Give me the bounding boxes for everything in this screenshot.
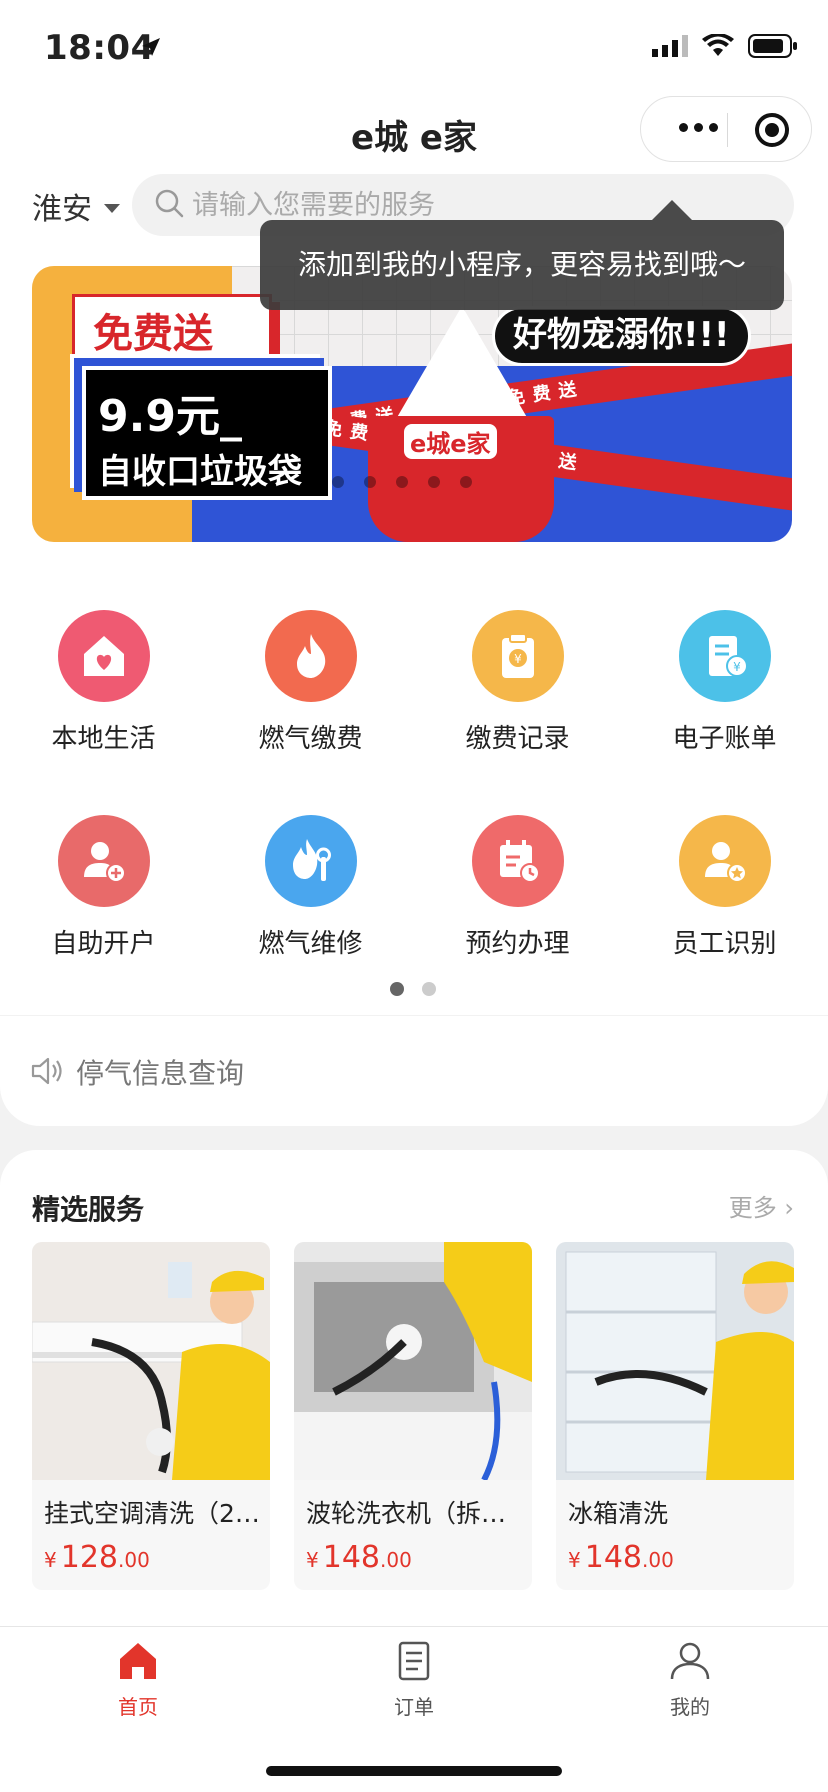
product-image-ac-cleaning — [32, 1242, 270, 1480]
service-label: 燃气缴费 — [258, 724, 363, 754]
services-grid: 本地生活 燃气缴费 ¥ 缴费记录 ¥ 电子账单 自助开户 燃气维修 预约办理 员… — [0, 560, 828, 1015]
section-title: 精选服务 — [32, 1193, 145, 1226]
status-bar: 18:04 — [0, 0, 828, 96]
wifi-icon — [702, 34, 734, 56]
service-local-life[interactable]: 本地生活 — [0, 610, 207, 755]
calendar-clock-icon — [471, 815, 564, 907]
clipboard-yen-icon: ¥ — [471, 610, 564, 702]
pager-dot-active[interactable] — [390, 982, 404, 996]
service-label: 自助开户 — [51, 929, 156, 959]
nav-bar: e城 e家 — [0, 96, 828, 180]
service-label: 电子账单 — [672, 724, 777, 754]
price-line2: 自收口垃圾袋 — [98, 452, 302, 492]
product-card[interactable]: 挂式空调清洗（2… ¥128.00 — [32, 1242, 270, 1590]
banner-slogan: 好物宠溺你!!! — [492, 306, 751, 366]
service-label: 预约办理 — [465, 929, 570, 959]
product-card[interactable]: 冰箱清洗 ¥148.00 — [556, 1242, 794, 1590]
capsule-divider — [727, 113, 728, 147]
user-add-icon — [57, 815, 150, 907]
tab-home[interactable]: 首页 — [0, 1639, 276, 1720]
flame-wrench-icon — [264, 815, 357, 907]
flame-icon — [264, 610, 357, 702]
more-link[interactable]: 更多 › — [729, 1188, 794, 1223]
tab-label: 首页 — [118, 1695, 158, 1719]
service-e-bill[interactable]: ¥ 电子账单 — [621, 610, 828, 755]
speaker-icon — [31, 1057, 62, 1085]
signal-icon — [652, 35, 688, 57]
banner-logo: e城e家 — [404, 424, 497, 459]
tab-orders[interactable]: 订单 — [276, 1639, 552, 1720]
services-pager — [390, 982, 436, 996]
add-miniprogram-tooltip: 添加到我的小程序，更容易找到哦～ — [260, 200, 784, 310]
service-label: 缴费记录 — [465, 724, 570, 754]
service-appointment[interactable]: 预约办理 — [414, 815, 621, 960]
location-arrow-icon — [142, 38, 160, 56]
status-time: 18:04 — [44, 28, 155, 68]
product-price: ¥148.00 — [568, 1540, 674, 1575]
chevron-right-icon: › — [784, 1194, 794, 1222]
product-name: 波轮洗衣机（拆洗） — [306, 1499, 526, 1528]
product-price: ¥128.00 — [44, 1540, 150, 1575]
home-icon — [120, 1643, 156, 1679]
more-label: 更多 — [728, 1194, 777, 1222]
miniprogram-capsule — [640, 96, 812, 162]
svg-text:¥: ¥ — [733, 660, 741, 674]
service-staff-id[interactable]: 员工识别 — [621, 815, 828, 960]
outage-notice[interactable]: 停气信息查询 — [0, 1016, 828, 1126]
svg-text:¥: ¥ — [514, 652, 522, 666]
tab-label: 我的 — [670, 1695, 710, 1719]
order-list-icon — [398, 1641, 430, 1681]
product-image-washer-cleaning — [294, 1242, 532, 1480]
service-gas-payment[interactable]: 燃气缴费 — [207, 610, 414, 755]
featured-services: 精选服务 更多 › 挂式空调清洗（2… ¥128.00 波轮洗衣机（拆洗） ¥1… — [0, 1150, 828, 1630]
city-selector[interactable]: 淮安 — [32, 184, 120, 228]
status-icons — [652, 34, 798, 58]
tab-profile[interactable]: 我的 — [552, 1639, 828, 1720]
free-gift-label: 免费送 — [93, 311, 213, 357]
service-payment-records[interactable]: ¥ 缴费记录 — [414, 610, 621, 755]
user-star-icon — [678, 815, 771, 907]
city-label: 淮安 — [32, 192, 92, 227]
service-self-account[interactable]: 自助开户 — [0, 815, 207, 960]
tab-label: 订单 — [394, 1695, 434, 1719]
banner-pager — [332, 476, 472, 488]
close-miniprogram-icon[interactable] — [755, 113, 789, 147]
service-gas-repair[interactable]: 燃气维修 — [207, 815, 414, 960]
price-card: 9.9元_ 自收口垃圾袋 — [82, 366, 332, 500]
price-line1: 9.9元_ — [98, 391, 242, 442]
free-gift-card: 免费送 — [72, 294, 272, 358]
notice-text: 停气信息查询 — [76, 1057, 245, 1090]
service-label: 燃气维修 — [258, 929, 363, 959]
user-icon — [670, 1642, 710, 1680]
home-indicator[interactable] — [266, 1766, 562, 1776]
search-icon — [155, 189, 184, 218]
product-name: 冰箱清洗 — [568, 1499, 669, 1528]
battery-icon — [748, 34, 797, 58]
caret-down-icon — [104, 203, 120, 213]
product-image-fridge-cleaning — [556, 1242, 794, 1480]
more-menu-icon[interactable] — [679, 123, 718, 132]
product-card[interactable]: 波轮洗衣机（拆洗） ¥148.00 — [294, 1242, 532, 1590]
house-heart-icon — [57, 610, 150, 702]
receipt-icon: ¥ — [678, 610, 771, 702]
pager-dot[interactable] — [422, 982, 436, 996]
service-label: 本地生活 — [51, 724, 156, 754]
product-price: ¥148.00 — [306, 1540, 412, 1575]
service-label: 员工识别 — [672, 929, 777, 959]
product-name: 挂式空调清洗（2… — [44, 1499, 260, 1528]
